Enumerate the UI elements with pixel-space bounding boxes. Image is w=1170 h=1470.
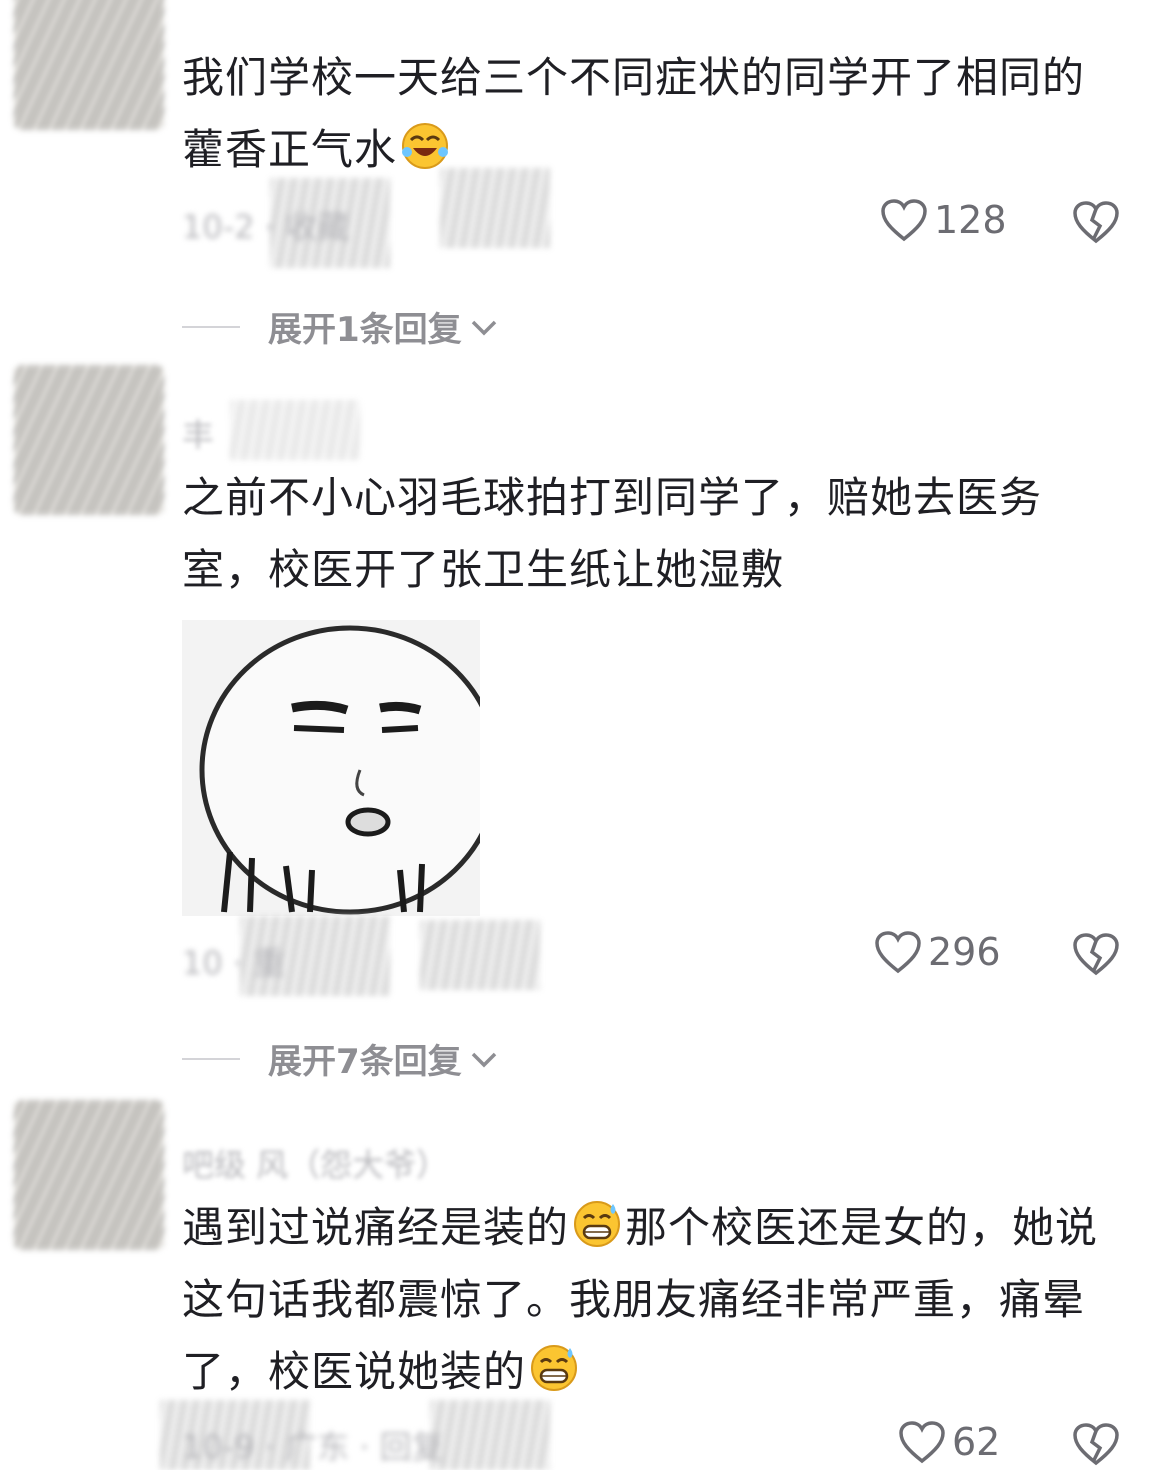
avatar[interactable] bbox=[14, 0, 164, 130]
broken-heart-icon[interactable] bbox=[1072, 1422, 1120, 1466]
expand-replies-label: 展开1条回复 bbox=[268, 310, 462, 350]
expand-replies-button[interactable]: 展开1条回复 bbox=[182, 302, 498, 351]
comment-meta: 10-2 · 收藏 bbox=[182, 208, 350, 246]
divider bbox=[182, 325, 240, 328]
like-count: 128 bbox=[934, 198, 1007, 242]
comment-text: 之前不小心羽毛球拍打到同学了，赔她去医务室，校医开了张卫生纸让她湿敷 bbox=[182, 473, 1043, 594]
grin-sweat-emoji bbox=[528, 1342, 580, 1394]
comment-meta: 10 · 重 bbox=[182, 944, 286, 982]
heart-outline-icon bbox=[874, 930, 922, 974]
username[interactable]: 丰 bbox=[182, 410, 214, 456]
comment-meta: 10-9 · 广东 · 回复 bbox=[182, 1428, 444, 1466]
comment-text: 我们学校一天给三个不同症状的同学开了相同的藿香正气水 bbox=[182, 53, 1086, 174]
like-button[interactable]: 296 bbox=[874, 930, 1001, 974]
expand-replies-label: 展开7条回复 bbox=[268, 1042, 462, 1082]
avatar[interactable] bbox=[14, 365, 164, 515]
expand-replies-button[interactable]: 展开7条回复 bbox=[182, 1034, 498, 1083]
blurred-area bbox=[230, 400, 360, 460]
avatar[interactable] bbox=[14, 1100, 164, 1250]
blurred-area bbox=[420, 920, 540, 990]
divider bbox=[182, 1057, 240, 1060]
broken-heart-icon[interactable] bbox=[1072, 200, 1120, 244]
comment-text: 遇到过说痛经是装的 那个校医还是女的，她说这句话我都震惊了。我朋友痛经非常严重，痛… bbox=[182, 1192, 1122, 1408]
chevron-down-icon bbox=[470, 307, 498, 347]
like-count: 296 bbox=[928, 930, 1001, 974]
like-button[interactable]: 128 bbox=[880, 198, 1007, 242]
heart-outline-icon bbox=[880, 198, 928, 242]
like-count: 62 bbox=[952, 1420, 1001, 1464]
blurred-area bbox=[430, 1400, 550, 1470]
like-button[interactable]: 62 bbox=[898, 1420, 1000, 1464]
laughing-tears-emoji bbox=[399, 120, 451, 172]
chevron-down-icon bbox=[470, 1039, 498, 1079]
grin-sweat-emoji bbox=[571, 1198, 623, 1250]
sticker-image[interactable] bbox=[182, 620, 480, 916]
username[interactable]: 吧级 风（怨大爷） bbox=[182, 1140, 448, 1186]
heart-outline-icon bbox=[898, 1420, 946, 1464]
blurred-area bbox=[440, 168, 550, 248]
broken-heart-icon[interactable] bbox=[1072, 932, 1120, 976]
